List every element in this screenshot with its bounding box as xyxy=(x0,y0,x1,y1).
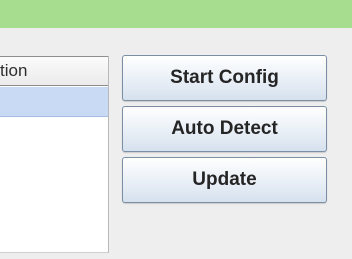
list-column-header[interactable]: tion xyxy=(0,56,108,86)
update-button[interactable]: Update xyxy=(122,157,327,203)
device-list-panel: tion xyxy=(0,56,109,253)
auto-detect-button[interactable]: Auto Detect xyxy=(122,106,327,152)
list-row-selected[interactable] xyxy=(0,87,108,117)
list-column-header-label: tion xyxy=(0,61,28,80)
window-title-bar xyxy=(0,0,352,28)
start-config-button[interactable]: Start Config xyxy=(122,55,327,101)
